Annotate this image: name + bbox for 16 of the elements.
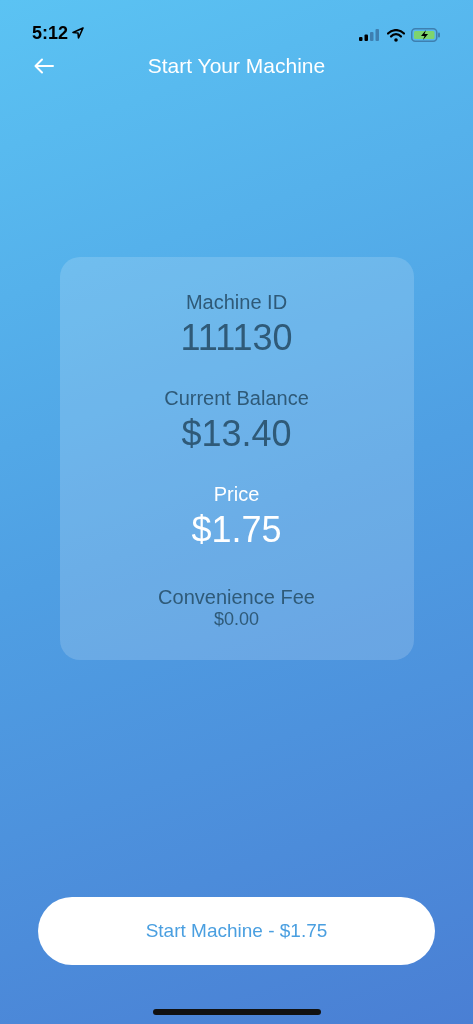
signal-icon (359, 29, 381, 41)
location-icon (72, 27, 85, 39)
field-value: $13.40 (181, 412, 292, 456)
wifi-icon (387, 28, 405, 42)
field-label: Machine ID (185, 290, 288, 315)
field-label: Current Balance (164, 386, 309, 411)
screen-title: Start Your Machine (147, 53, 326, 80)
field-label: Price (213, 482, 260, 507)
start-machine-button[interactable]: Start Machine - $1.75 (38, 897, 435, 965)
field-value: $1.75 (191, 508, 282, 552)
field-value: 111130 (180, 316, 293, 360)
field-value: $0.00 (213, 609, 259, 629)
battery-icon (411, 28, 441, 42)
back-arrow-icon (34, 58, 54, 74)
field-label: Convenience Fee (158, 585, 315, 609)
status-time: 5:12 (32, 24, 69, 42)
